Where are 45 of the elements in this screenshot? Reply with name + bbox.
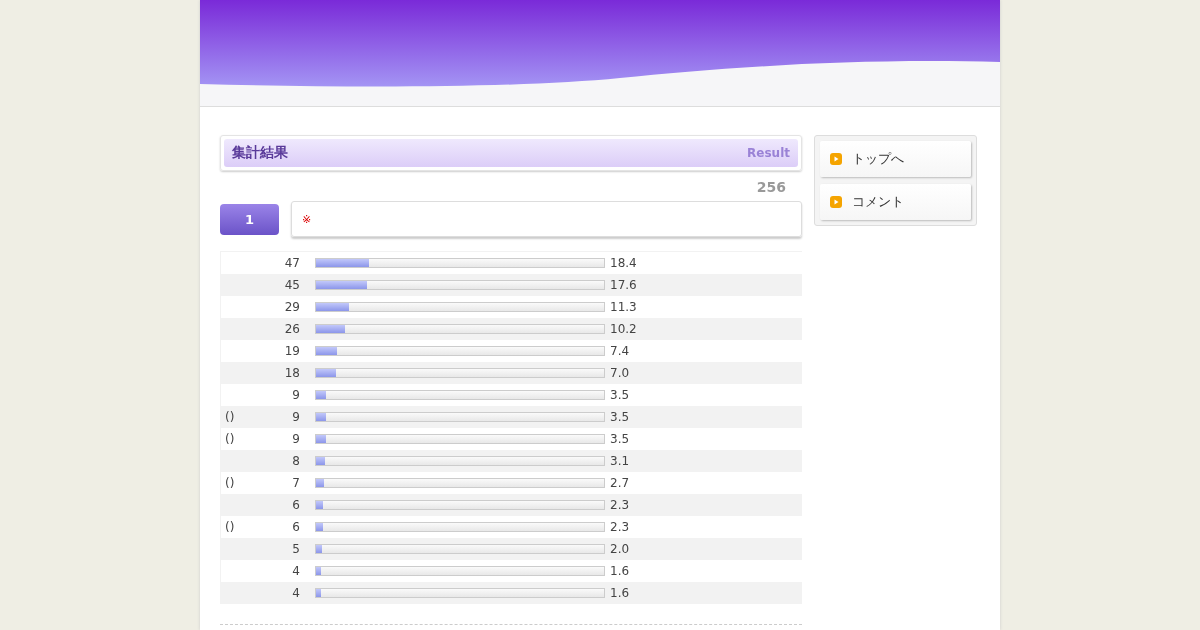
answer-percent: 10.2 [610, 322, 637, 336]
answer-count: 19 [283, 344, 300, 358]
answer-percent: 2.3 [610, 520, 630, 534]
answer-percent: 2.3 [610, 498, 630, 512]
answer-label: () [224, 410, 236, 424]
section-title: 集計結果 [232, 144, 288, 162]
play-icon [830, 153, 842, 165]
answer-count: 7 [291, 476, 300, 490]
answer-label: () [224, 476, 236, 490]
answer-percent: 2.7 [610, 476, 630, 490]
answer-percent: 1.6 [610, 564, 630, 578]
total-count: 256 [755, 178, 787, 197]
answer-percent: 17.6 [610, 278, 637, 292]
answer-count: 45 [283, 278, 300, 292]
answer-count: 9 [291, 432, 300, 446]
answer-label: () [224, 432, 236, 446]
answer-percent: 11.3 [610, 300, 637, 314]
answer-count: 6 [291, 520, 300, 534]
answer-percent: 18.4 [610, 256, 637, 270]
answer-count: 29 [283, 300, 300, 314]
note-mark: ※ [302, 212, 312, 226]
section-subtitle: Result [747, 146, 790, 160]
answer-count: 26 [283, 322, 300, 336]
answer-percent: 3.5 [610, 410, 630, 424]
sidebar-link[interactable]: トップへ [820, 141, 971, 177]
question-number-badge: 1 [220, 203, 279, 235]
answer-percent: 3.5 [610, 432, 630, 446]
answer-count: 18 [283, 366, 300, 380]
answer-count: 9 [291, 410, 300, 424]
answer-percent: 7.0 [610, 366, 630, 380]
answer-count: 6 [291, 498, 300, 512]
answer-label: () [224, 520, 236, 534]
play-icon [830, 196, 842, 208]
answer-percent: 7.4 [610, 344, 630, 358]
answer-percent: 1.6 [610, 586, 630, 600]
answer-percent: 3.5 [610, 388, 630, 402]
answer-count: 4 [291, 586, 300, 600]
answer-count: 47 [283, 256, 300, 270]
answer-count: 8 [291, 454, 300, 468]
answer-percent: 3.1 [610, 454, 630, 468]
answer-count: 9 [291, 388, 300, 402]
answer-count: 4 [291, 564, 300, 578]
sidebar-link[interactable]: コメント [820, 184, 971, 220]
answer-count: 5 [291, 542, 300, 556]
answer-percent: 2.0 [610, 542, 630, 556]
